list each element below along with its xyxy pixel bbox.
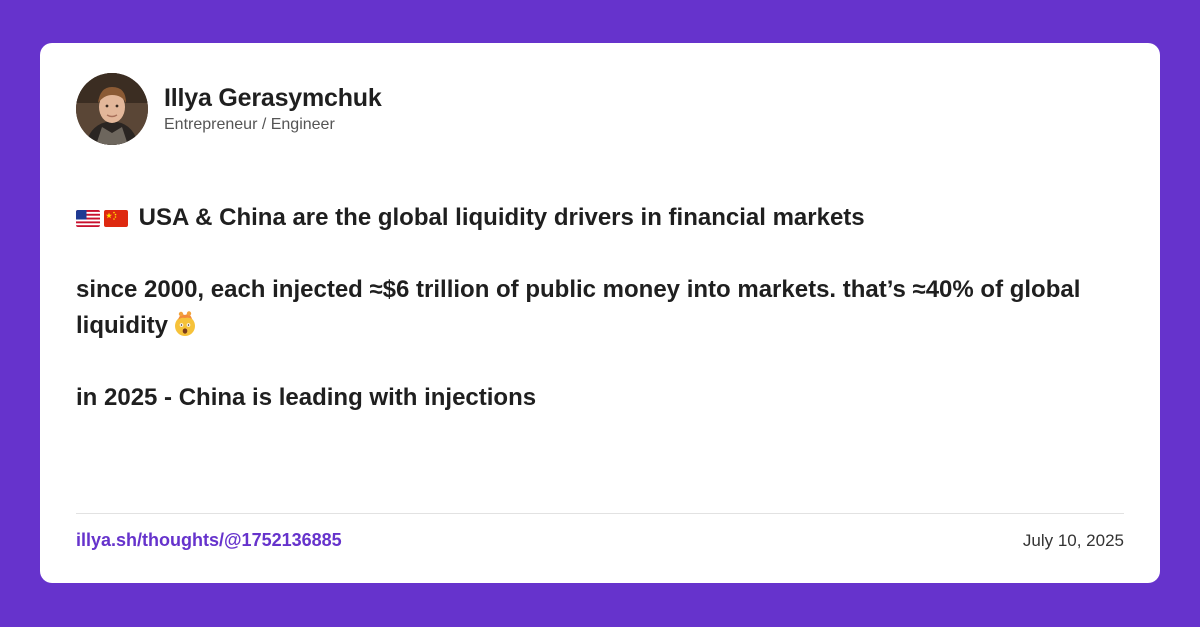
post-card: Illya Gerasymchuk Entrepreneur / Enginee… (40, 43, 1160, 583)
post-paragraph-2: since 2000, each injected ≈$6 trillion o… (76, 272, 1126, 344)
post-body: USA & China are the global liquidity dri… (76, 200, 1126, 416)
post-line-1: USA & China are the global liquidity dri… (138, 204, 865, 231)
mind-blown-emoji-icon (172, 311, 198, 337)
post-line-2: since 2000, each injected ≈$6 trillion o… (76, 276, 1081, 339)
author-role: Entrepreneur / Engineer (164, 116, 335, 133)
china-flag-icon (104, 210, 128, 227)
footer-divider (76, 513, 1124, 514)
us-flag-icon (76, 210, 100, 227)
post-paragraph-3: in 2025 - China is leading with injectio… (76, 380, 1126, 416)
post-permalink[interactable]: illya.sh/thoughts/@1752136885 (76, 530, 342, 551)
post-line-3: in 2025 - China is leading with injectio… (76, 384, 537, 411)
author-header: Illya Gerasymchuk Entrepreneur / Enginee… (76, 73, 382, 145)
author-identity: Illya Gerasymchuk Entrepreneur / Enginee… (164, 83, 382, 135)
avatar[interactable] (76, 73, 148, 145)
post-paragraph-1: USA & China are the global liquidity dri… (76, 200, 1126, 236)
post-date: July 10, 2025 (1022, 531, 1124, 550)
author-name[interactable]: Illya Gerasymchuk (164, 83, 382, 113)
